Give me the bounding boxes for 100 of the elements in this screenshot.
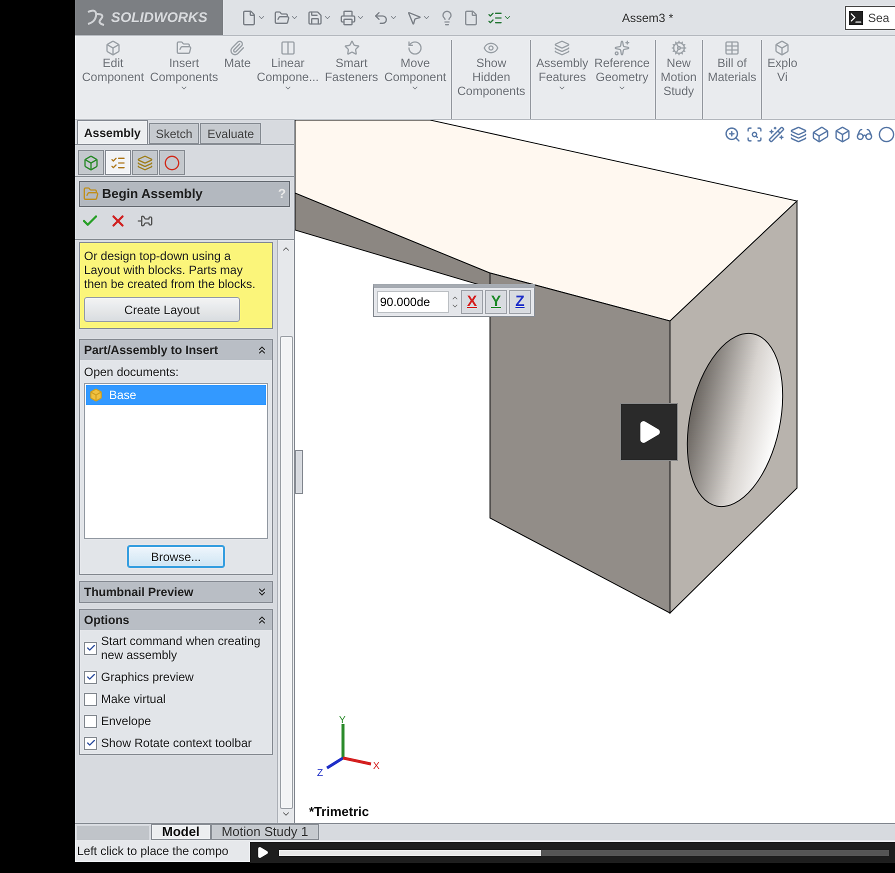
paperclip-icon [229, 40, 246, 56]
ribbon-button[interactable]: Edit Component [79, 40, 148, 119]
command-tab[interactable]: Sketch [148, 123, 200, 144]
list-label: Open documents: [84, 364, 180, 381]
option-label: Make virtual [101, 692, 166, 706]
ribbon-button[interactable]: Bill of Materials [702, 40, 760, 119]
axis-label: X [373, 761, 380, 772]
gears-icon [670, 40, 687, 56]
option-label: Graphics preview [101, 670, 194, 684]
model-tab[interactable]: Model [151, 824, 211, 840]
graphics-viewport[interactable]: 90.000de X Y Z Y Z X *Trimetric [295, 120, 895, 823]
ribbon-button[interactable]: Insert Components [147, 40, 222, 119]
property-icon [110, 154, 126, 170]
command-prompt-icon [849, 10, 863, 24]
dropdown-caret-icon [618, 84, 626, 92]
glasses-icon[interactable] [856, 126, 873, 143]
assembly-icon [83, 186, 99, 202]
rotate-axis-button[interactable]: X [461, 290, 483, 314]
undo-icon[interactable] [373, 10, 398, 26]
ribbon-button[interactable]: Linear Compone... [254, 40, 322, 119]
pin-icon[interactable] [137, 213, 153, 229]
ribbon-button[interactable]: New Motion Study [654, 40, 700, 119]
feature-tree-tab[interactable] [78, 150, 104, 175]
window-title: Assem3 * [622, 10, 674, 26]
rotate-axis-button[interactable]: Y [485, 290, 507, 314]
axis-label: Z [317, 768, 324, 779]
appearance-icon [164, 154, 180, 170]
document-list[interactable]: Base [84, 383, 268, 539]
checkbox[interactable] [84, 670, 97, 684]
ribbon-button[interactable]: Mate [221, 40, 254, 119]
panel-title: Begin Assembly [102, 185, 203, 204]
checkbox[interactable] [84, 692, 97, 706]
video-play-button[interactable] [620, 403, 678, 461]
save-icon[interactable] [307, 10, 332, 26]
configuration-icon [137, 154, 153, 170]
zoom-icon[interactable] [724, 126, 741, 143]
checkbox[interactable] [84, 736, 97, 750]
dropdown-caret-icon [558, 84, 566, 92]
ribbon-button[interactable]: Explo Vi [761, 40, 800, 119]
scrollbar[interactable] [277, 240, 294, 823]
message-text: Or design top-down using a Layout with blocks. Parts may then be created from the blocks. [84, 249, 256, 291]
splitter-handle[interactable] [295, 450, 303, 494]
layers-icon [554, 40, 570, 56]
option-label: Start command when creating new assembly [101, 634, 262, 662]
dropdown-caret-icon [180, 84, 188, 92]
option-label: Envelope [101, 714, 152, 728]
section-header[interactable]: Part/Assembly to Insert [80, 340, 272, 360]
spin-icon[interactable] [451, 294, 459, 310]
box-icon [774, 40, 790, 56]
section-header[interactable]: Thumbnail Preview [80, 582, 272, 602]
part-icon [89, 388, 103, 402]
box-icon [105, 40, 122, 56]
sparkle-icon [614, 40, 630, 56]
open-folder-icon[interactable] [274, 10, 299, 26]
property-tab[interactable] [105, 150, 131, 175]
browse-button[interactable]: Browse... [127, 545, 225, 568]
appearance-tab[interactable] [159, 150, 185, 175]
star-icon [344, 40, 360, 56]
zoom-area-icon[interactable] [746, 126, 763, 143]
ribbon-button[interactable]: Reference Geometry [591, 40, 653, 119]
pointer-icon[interactable] [406, 10, 431, 26]
command-tab[interactable]: Assembly [77, 120, 148, 144]
view-orientation-label: *Trimetric [309, 802, 369, 820]
checkbox[interactable] [84, 642, 97, 654]
play-icon[interactable] [256, 846, 269, 859]
model-tab[interactable]: Motion Study 1 [210, 824, 320, 840]
logo-mark-icon [85, 8, 107, 28]
pattern-icon [280, 40, 296, 56]
option-label: Show Rotate context toolbar [101, 736, 252, 750]
rotate-icon [407, 40, 424, 56]
document-item[interactable]: Base [86, 385, 266, 405]
printer-icon[interactable] [340, 10, 365, 26]
feature-tree-icon [83, 154, 99, 170]
section-icon[interactable] [790, 126, 807, 143]
table-icon [724, 40, 740, 56]
status-message: Left click to place the compo [77, 843, 228, 860]
checkbox[interactable] [84, 714, 97, 728]
axis-label: Y [339, 715, 346, 726]
sphere-icon[interactable] [878, 126, 895, 143]
wand-icon[interactable] [768, 126, 785, 143]
logo: SOLIDWORKS [75, 0, 223, 35]
create-layout-button[interactable]: Create Layout [84, 297, 240, 322]
eye-icon [483, 40, 500, 56]
ribbon-button[interactable]: Move Component [381, 40, 450, 119]
angle-field[interactable]: 90.000de [377, 291, 449, 313]
cube-icon[interactable] [812, 126, 829, 143]
configuration-tab[interactable] [132, 150, 158, 175]
section-header[interactable]: Options [80, 610, 272, 630]
dropdown-caret-icon [284, 84, 292, 92]
checklist-icon[interactable] [487, 10, 512, 26]
rotate-axis-button[interactable]: Z [509, 290, 531, 314]
new-document-icon[interactable] [241, 10, 266, 26]
command-tab[interactable]: Evaluate [200, 123, 262, 144]
ribbon-button[interactable]: Assembly Features [530, 40, 592, 119]
box-icon[interactable] [834, 126, 851, 143]
dropdown-caret-icon [411, 84, 420, 92]
ribbon-button[interactable]: Smart Fasteners [322, 40, 382, 119]
folder-icon [176, 40, 192, 56]
video-progress-track[interactable] [279, 850, 889, 856]
ribbon-button[interactable]: Show Hidden Components [451, 40, 528, 119]
